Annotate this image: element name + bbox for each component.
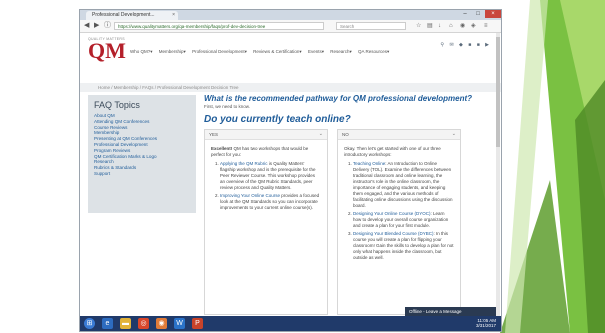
list-item: Designing Your Online Course (DYOC): Lea… <box>353 211 454 229</box>
forward-icon[interactable]: ▶ <box>94 21 99 31</box>
main-menu: Who QM?▾ Membership▾ Professional Develo… <box>130 49 394 55</box>
workshop-link[interactable]: Improving Your Online Course <box>220 193 280 198</box>
list-item: Improving Your Online Course provides a … <box>220 193 321 211</box>
tab-title: Professional Development... <box>92 12 155 18</box>
faq-sidebar: FAQ Topics About QM Attending QM Confere… <box>88 95 196 213</box>
webpage: QUALITY MATTERS QM Who QM?▾ Membership▾ … <box>80 33 501 316</box>
powerpoint-icon[interactable]: P <box>192 318 203 329</box>
back-icon[interactable]: ◀ <box>84 21 89 31</box>
ie-icon[interactable]: e <box>102 318 113 329</box>
no-card-header[interactable]: NO ⌄ <box>338 130 460 140</box>
star-icon[interactable]: ☆ <box>416 21 421 31</box>
page-subtitle: First, we need to know. <box>204 104 251 109</box>
word-icon[interactable]: W <box>174 318 185 329</box>
extension-icon[interactable]: ◉ <box>460 21 465 31</box>
faq-title: FAQ Topics <box>94 100 140 110</box>
list-item: Designing Your Blended Course (DYBC): In… <box>353 231 454 261</box>
menu-item-membership[interactable]: Membership▾ <box>159 49 186 54</box>
home-icon[interactable]: ⌂ <box>449 21 453 31</box>
menu-item-who[interactable]: Who QM?▾ <box>130 49 153 54</box>
chat-widget[interactable]: Offline - Leave a Message <box>405 307 497 316</box>
no-card-body: Okay. Then let's get started with one of… <box>338 140 460 269</box>
tab-close-icon[interactable]: × <box>172 11 175 20</box>
maximize-button[interactable]: □ <box>472 10 484 18</box>
menu-item-qa-resources[interactable]: QA Resources▾ <box>358 49 389 54</box>
intro-bold: Excellent! <box>211 146 233 151</box>
chevron-down-icon[interactable]: ⌄ <box>319 130 323 139</box>
tray-date: 3/31/2017 <box>475 323 496 328</box>
windows-taskbar: ⊞ e ▬ ◎ ◉ W P 11:05 AM 3/31/2017 <box>80 316 501 331</box>
workshop-link[interactable]: Teaching Online <box>353 161 385 166</box>
list-item: Applying the QM Rubric is Quality Matter… <box>220 161 321 191</box>
qm-logo[interactable]: QM <box>88 40 126 62</box>
twitter-icon[interactable]: ◆ <box>459 42 465 48</box>
system-tray[interactable]: 11:05 AM 3/31/2017 <box>476 318 496 328</box>
no-workshop-list: Teaching Online: An Introduction to Onli… <box>344 161 454 261</box>
yes-card-header[interactable]: YES ⌄ <box>205 130 327 140</box>
shield-icon[interactable]: ◈ <box>471 21 476 31</box>
download-icon[interactable]: ↓ <box>438 21 441 31</box>
yes-card-body: Excellent! QM has two workshops that wou… <box>205 140 327 219</box>
email-icon[interactable]: ✉ <box>449 42 455 48</box>
workshop-link[interactable]: Designing Your Blended Course (DYBC) <box>353 231 434 236</box>
linkedin-icon[interactable]: ■ <box>477 42 482 48</box>
menu-item-reviews[interactable]: Reviews & Certification▾ <box>253 49 302 54</box>
browser-search-input[interactable]: Search <box>336 22 406 30</box>
faq-link[interactable]: Support <box>94 171 190 177</box>
firefox-icon[interactable]: ◉ <box>156 318 167 329</box>
no-card-title: NO <box>342 132 349 137</box>
scrollbar-thumb[interactable] <box>496 37 500 147</box>
chevron-down-icon[interactable]: ⌄ <box>452 130 456 139</box>
no-card: NO ⌄ Okay. Then let's get started with o… <box>337 129 461 315</box>
start-icon[interactable]: ⊞ <box>84 318 95 329</box>
address-bar: ◀ ▶ ⓘ https://www.qualitymatters.org/qa-… <box>80 20 501 33</box>
page-scrollbar[interactable] <box>496 33 500 316</box>
question-heading: Do you currently teach online? <box>204 114 351 125</box>
facebook-icon[interactable]: ■ <box>468 42 473 48</box>
menu-item-research[interactable]: Research▾ <box>330 49 352 54</box>
youtube-icon[interactable]: ▶ <box>485 42 491 48</box>
yes-card: YES ⌄ Excellent! QM has two workshops th… <box>204 129 328 315</box>
list-item: Teaching Online: An Introduction to Onli… <box>353 161 454 209</box>
file-explorer-icon[interactable]: ▬ <box>120 318 131 329</box>
browser-titlebar: Professional Development... × – □ × <box>80 10 501 20</box>
breadcrumb[interactable]: Home / Membership / FAQs / Professional … <box>80 83 501 92</box>
social-icons: ⚲ ✉ ◆ ■ ■ ▶ <box>440 42 491 48</box>
workshop-desc: : An Introduction to Online Delivery (TO… <box>353 161 453 208</box>
menu-icon[interactable]: ≡ <box>484 21 488 31</box>
yes-card-intro: Excellent! QM has two workshops that wou… <box>211 146 321 158</box>
yes-workshop-list: Applying the QM Rubric is Quality Matter… <box>211 161 321 211</box>
workshop-link[interactable]: Applying the QM Rubric <box>220 161 268 166</box>
slide-decoration <box>500 0 605 333</box>
search-icon[interactable]: ⚲ <box>440 42 446 48</box>
menu-item-prof-dev[interactable]: Professional Development▾ <box>192 49 247 54</box>
chrome-icon[interactable]: ◎ <box>138 318 149 329</box>
url-input[interactable]: https://www.qualitymatters.org/qa-member… <box>114 22 324 30</box>
menu-item-events[interactable]: Events▾ <box>308 49 324 54</box>
minimize-button[interactable]: – <box>459 10 471 18</box>
workshop-link[interactable]: Designing Your Online Course (DYOC) <box>353 211 431 216</box>
yes-card-title: YES <box>209 132 219 137</box>
page-title: What is the recommended pathway for QM p… <box>204 94 473 103</box>
site-info-icon[interactable]: ⓘ <box>104 21 111 31</box>
no-card-intro: Okay. Then let's get started with one of… <box>344 146 441 157</box>
browser-screenshot: Professional Development... × – □ × ◀ ▶ … <box>79 9 502 332</box>
window-close-button[interactable]: × <box>485 10 501 18</box>
reading-list-icon[interactable]: ▤ <box>427 21 433 31</box>
browser-tab[interactable]: Professional Development... × <box>86 11 178 20</box>
